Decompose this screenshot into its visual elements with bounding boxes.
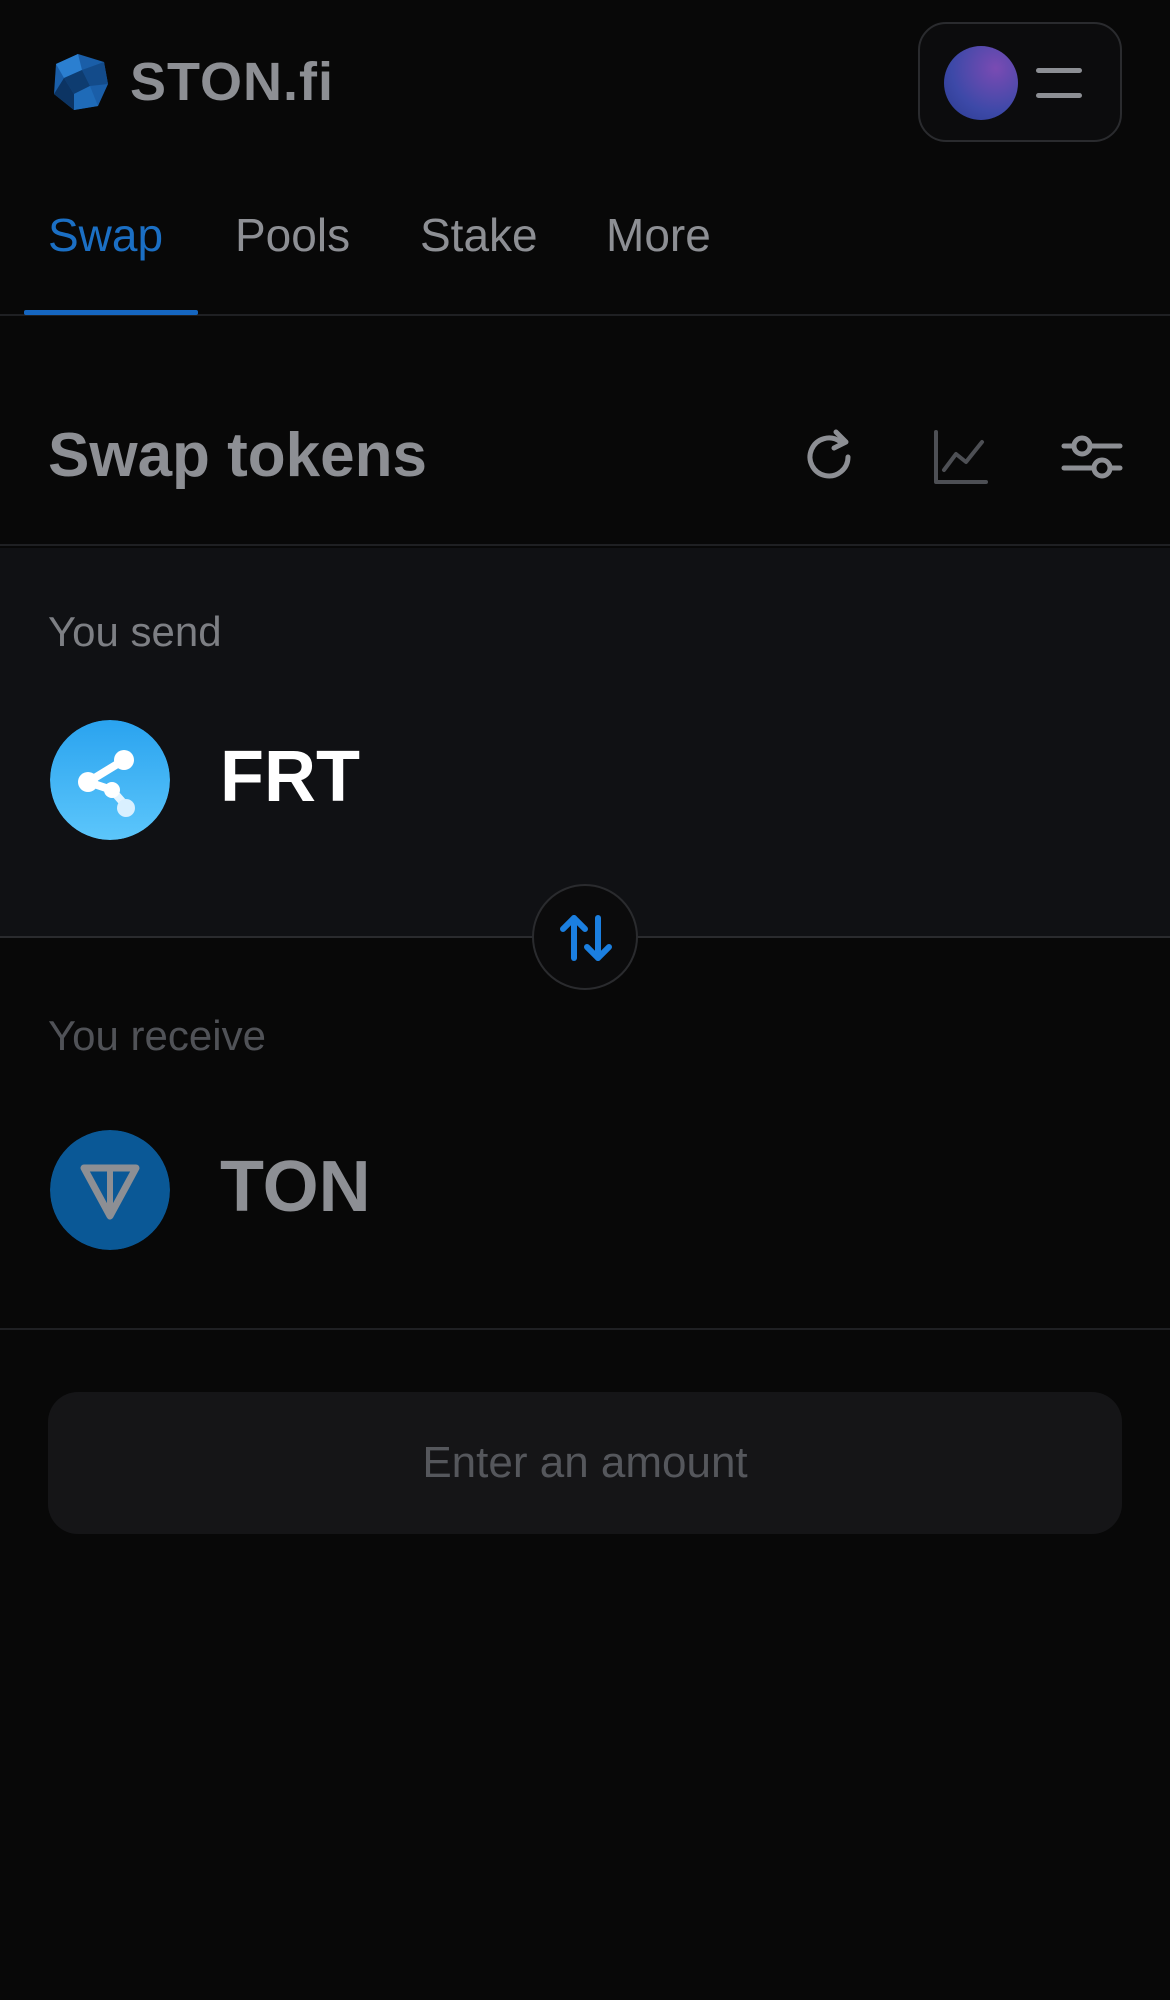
tab-swap[interactable]: Swap [48,210,163,260]
chart-icon[interactable] [928,424,994,490]
frt-token-icon [50,720,170,840]
header: STON.fi [0,0,1170,170]
brand-logo[interactable]: STON.fi [48,50,334,114]
page-title: Swap tokens [48,421,427,490]
receive-token-symbol: TON [220,1147,371,1227]
hamburger-icon [1036,66,1082,100]
app-root: STON.fi Swap Pools Stake More Swap token… [0,0,1170,2000]
settings-sliders-icon[interactable] [1060,424,1126,490]
tab-stake[interactable]: Stake [420,210,538,260]
ston-logo-icon [54,54,108,110]
main-nav: Swap Pools Stake More [0,190,1170,316]
enter-amount-button[interactable]: Enter an amount [48,1392,1122,1534]
avatar [944,46,1018,120]
brand-name: STON.fi [130,52,335,112]
active-tab-indicator [24,310,198,315]
account-menu-button[interactable] [918,22,1122,142]
send-section: You send FRT [0,548,1170,938]
ton-token-icon [50,1130,170,1250]
refresh-icon[interactable] [796,424,862,490]
tab-pools[interactable]: Pools [235,210,350,260]
send-label: You send [48,608,222,655]
tab-more[interactable]: More [606,210,711,260]
send-token-symbol: FRT [220,737,360,817]
receive-section: You receive TON [0,940,1170,1330]
swap-header: Swap tokens [0,316,1170,546]
receive-label: You receive [48,1012,266,1059]
